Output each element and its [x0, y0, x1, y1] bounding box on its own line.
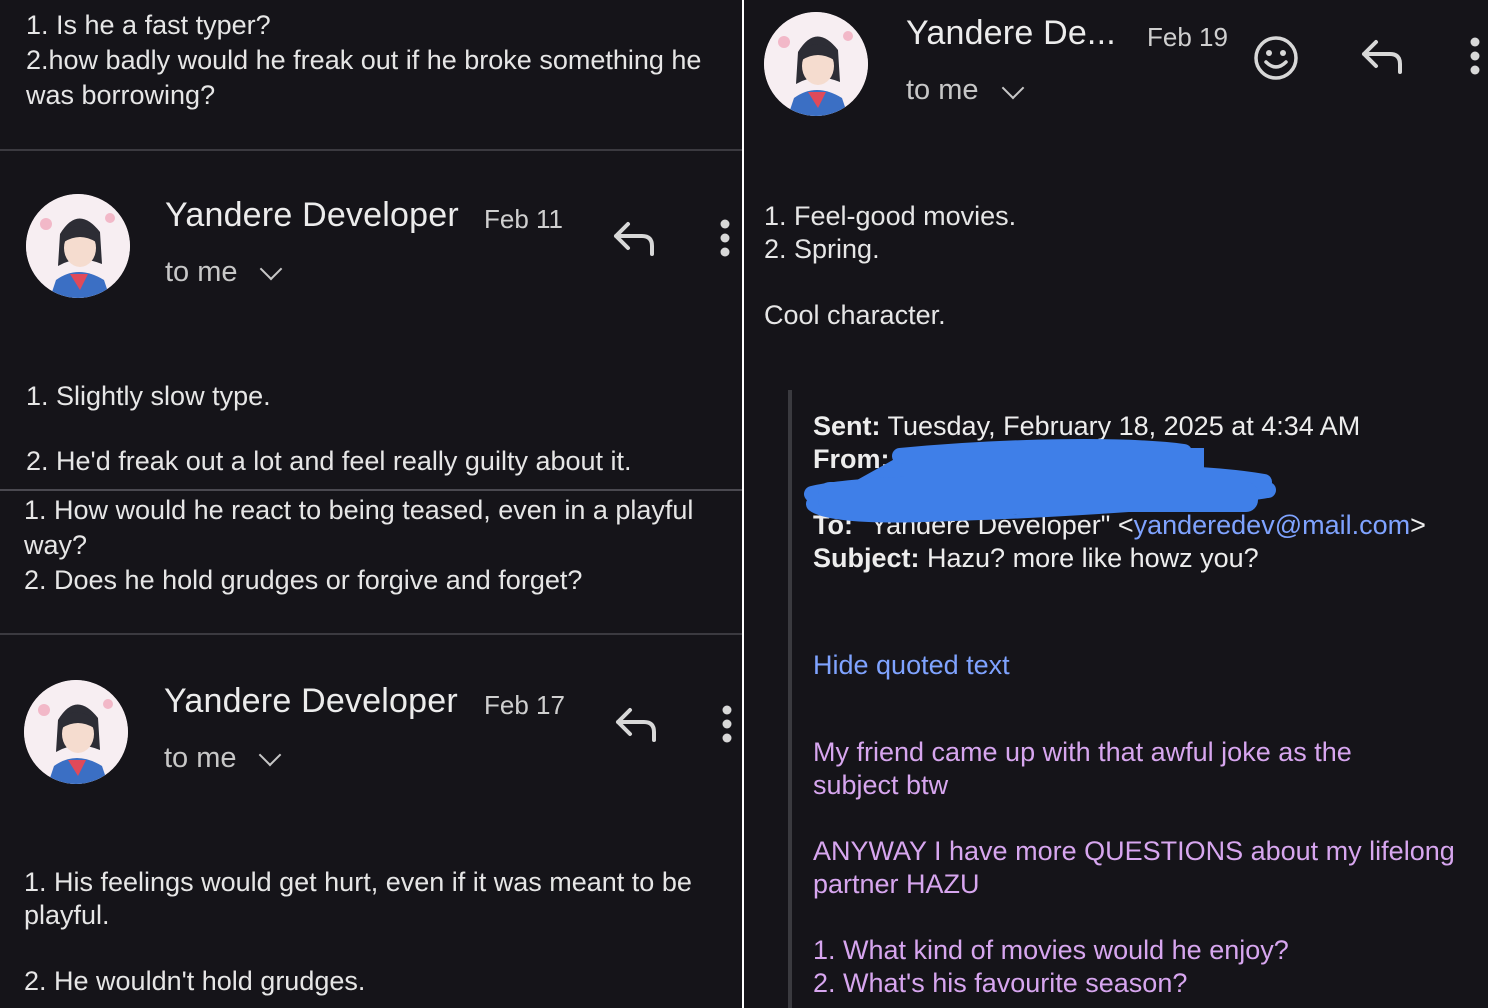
sender-name[interactable]: Yandere Developer: [165, 196, 459, 235]
avatar-image: [26, 194, 130, 298]
recipient-label[interactable]: to me: [164, 742, 237, 775]
chevron-down-icon[interactable]: [259, 257, 283, 281]
quoted-question-block-1: 1. Is he a fast typer? 2.how badly would…: [26, 10, 702, 110]
subject-value: Hazu? more like howz you?: [927, 543, 1259, 573]
recipient-label[interactable]: to me: [165, 256, 238, 289]
sent-label: Sent:: [813, 411, 881, 441]
reply-icon[interactable]: [614, 706, 658, 742]
sender-name[interactable]: Yandere Developer: [164, 682, 458, 721]
avatar-image: [24, 680, 128, 784]
quoted-question: 1. What kind of movies would he enjoy?: [813, 935, 1289, 965]
body-line: 2. Spring.: [764, 234, 880, 264]
reply-icon[interactable]: [1360, 38, 1404, 74]
quoted-paragraph: ANYWAY I have more QUESTIONS about my li…: [813, 836, 1455, 899]
more-vert-icon[interactable]: [1468, 36, 1482, 76]
more-vert-icon[interactable]: [718, 218, 732, 258]
divider: [0, 489, 742, 491]
quoted-paragraph: My friend came up with that awful joke a…: [813, 737, 1352, 800]
subject-label: Subject:: [813, 543, 920, 573]
emoji-icon[interactable]: [1252, 34, 1300, 82]
avatar[interactable]: [764, 12, 868, 116]
right-email-message: Yandere De... Feb 19 to me 1. Feel-good …: [744, 0, 1488, 1008]
divider: [0, 149, 742, 151]
avatar-image: [764, 12, 868, 116]
reply-answer-2: 2. He'd freak out a lot and feel really …: [26, 446, 632, 476]
chevron-down-icon[interactable]: [1001, 76, 1025, 100]
to-close: >: [1410, 510, 1426, 540]
divider: [0, 633, 742, 635]
sent-value: Tuesday, February 18, 2025 at 4:34 AM: [887, 411, 1361, 441]
email-date: Feb 19: [1147, 22, 1228, 52]
reply-answer-1: 1. His feelings would get hurt, even if …: [24, 867, 692, 930]
redaction-scribble: [804, 439, 1276, 523]
email-date: Feb 11: [484, 204, 564, 234]
recipient-label[interactable]: to me: [906, 74, 979, 107]
avatar[interactable]: [24, 680, 128, 784]
body-line: Cool character.: [764, 300, 946, 330]
body-line: 1. Feel-good movies.: [764, 201, 1017, 231]
chevron-down-icon[interactable]: [258, 743, 282, 767]
quoted-question: 2. What's his favourite season?: [813, 968, 1188, 998]
reply-answer-1: 1. Slightly slow type.: [26, 381, 271, 411]
left-email-thread: 1. Is he a fast typer? 2.how badly would…: [0, 0, 742, 1008]
quoted-subject: Subject: Hazu? more like howz you?: [813, 542, 1483, 575]
hide-quoted-text-link[interactable]: Hide quoted text: [813, 650, 1010, 681]
more-vert-icon[interactable]: [720, 704, 734, 744]
reply-answer-2: 2. He wouldn't hold grudges.: [24, 966, 366, 996]
quoted-question-block-2: 1. How would he react to being teased, e…: [24, 495, 694, 595]
email-date: Feb 17: [484, 690, 565, 720]
reply-icon[interactable]: [612, 220, 656, 256]
avatar[interactable]: [26, 194, 130, 298]
sender-name[interactable]: Yandere De...: [906, 14, 1116, 53]
quote-bar: [788, 390, 792, 1008]
